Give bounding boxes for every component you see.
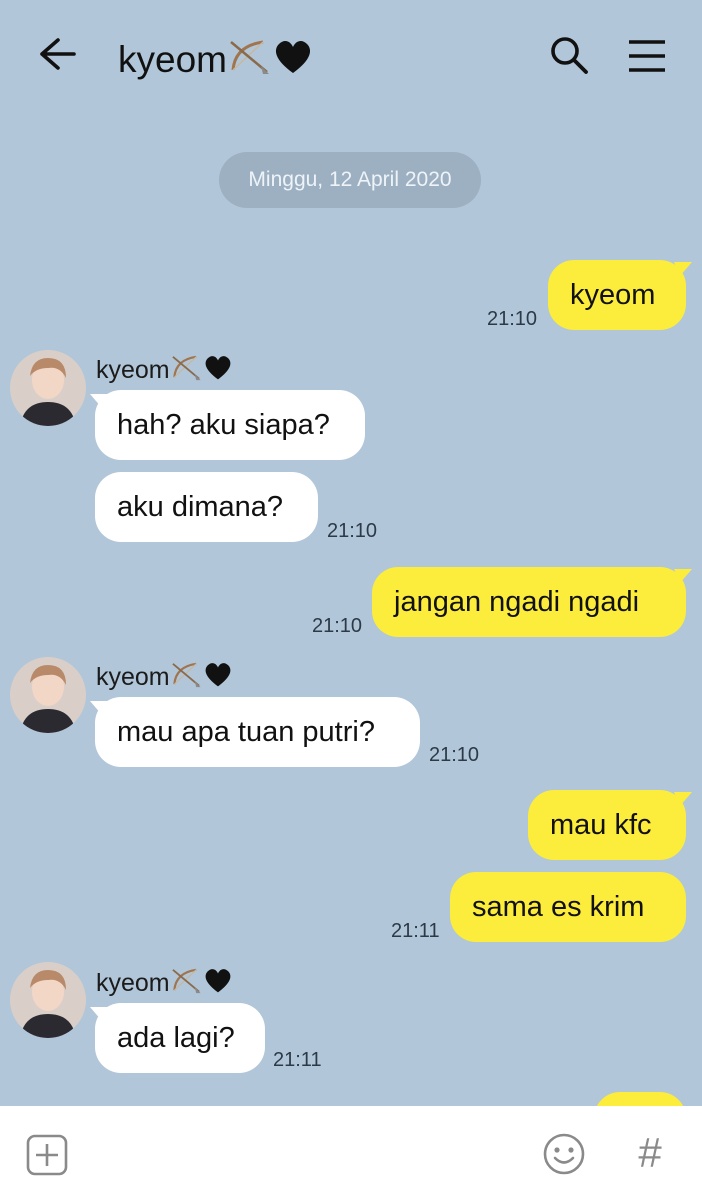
contact-avatar[interactable] <box>10 962 86 1038</box>
my-message-bubble[interactable]: jangan ngadi ngadi <box>372 567 686 637</box>
contact-avatar[interactable] <box>10 350 86 426</box>
message-time: 21:10 <box>312 615 363 637</box>
message-text: jangan ngadi ngadi <box>394 586 640 618</box>
contact-avatar[interactable] <box>10 657 86 733</box>
message-text: kyeom <box>570 279 656 311</box>
chat-title-text: kyeom <box>118 39 227 80</box>
black-heart-emoji-icon <box>202 659 234 696</box>
message-time: 21:10 <box>487 308 538 330</box>
input-bar: # <box>0 1106 702 1200</box>
bubble-tail <box>674 569 692 583</box>
message-text: sama es krim <box>472 891 645 923</box>
my-message-bubble[interactable]: kyeom <box>548 260 686 330</box>
my-message-bubble[interactable]: mau kfc <box>528 790 686 860</box>
message-text: mau kfc <box>550 809 652 841</box>
message-time: 21:10 <box>429 744 480 766</box>
date-separator: Minggu, 12 April 2020 <box>219 152 481 208</box>
chat-title: kyeom <box>118 36 315 86</box>
sender-name: kyeom <box>96 965 234 1002</box>
message-time: 21:10 <box>327 520 378 542</box>
sender-name: kyeom <box>96 352 234 389</box>
chat-header: kyeom <box>0 0 702 112</box>
message-text: mau apa tuan putri? <box>117 716 375 748</box>
their-message-bubble[interactable]: ada lagi? <box>95 1003 265 1073</box>
message-time: 21:11 <box>273 1049 322 1071</box>
black-heart-emoji-icon <box>202 965 234 1002</box>
bow-and-arrow-emoji-icon <box>227 36 271 86</box>
message-text: ada lagi? <box>117 1022 235 1054</box>
emoji-smiley-icon[interactable] <box>542 1132 586 1176</box>
their-message-bubble[interactable]: mau apa tuan putri? <box>95 697 420 767</box>
back-arrow-icon[interactable] <box>36 34 80 74</box>
bow-and-arrow-emoji-icon <box>170 965 202 1002</box>
sender-name: kyeom <box>96 659 234 696</box>
bow-and-arrow-emoji-icon <box>170 352 202 389</box>
bubble-tail <box>674 262 692 276</box>
their-message-bubble[interactable]: aku dimana? <box>95 472 318 542</box>
bubble-tail <box>674 792 692 806</box>
sender-name-text: kyeom <box>96 356 170 384</box>
search-icon[interactable] <box>548 34 590 76</box>
hashtag-button[interactable]: # <box>628 1128 672 1178</box>
sender-name-text: kyeom <box>96 969 170 997</box>
add-attachment-icon[interactable] <box>26 1134 68 1176</box>
sender-name-text: kyeom <box>96 663 170 691</box>
their-message-bubble[interactable]: hah? aku siapa? <box>95 390 365 460</box>
message-text: hah? aku siapa? <box>117 409 330 441</box>
message-text: aku dimana? <box>117 491 284 523</box>
bow-and-arrow-emoji-icon <box>170 659 202 696</box>
message-time: 21:11 <box>391 920 440 942</box>
black-heart-emoji-icon <box>271 36 315 86</box>
hamburger-menu-icon[interactable] <box>626 38 668 74</box>
my-message-bubble[interactable]: sama es krim <box>450 872 686 942</box>
black-heart-emoji-icon <box>202 352 234 389</box>
